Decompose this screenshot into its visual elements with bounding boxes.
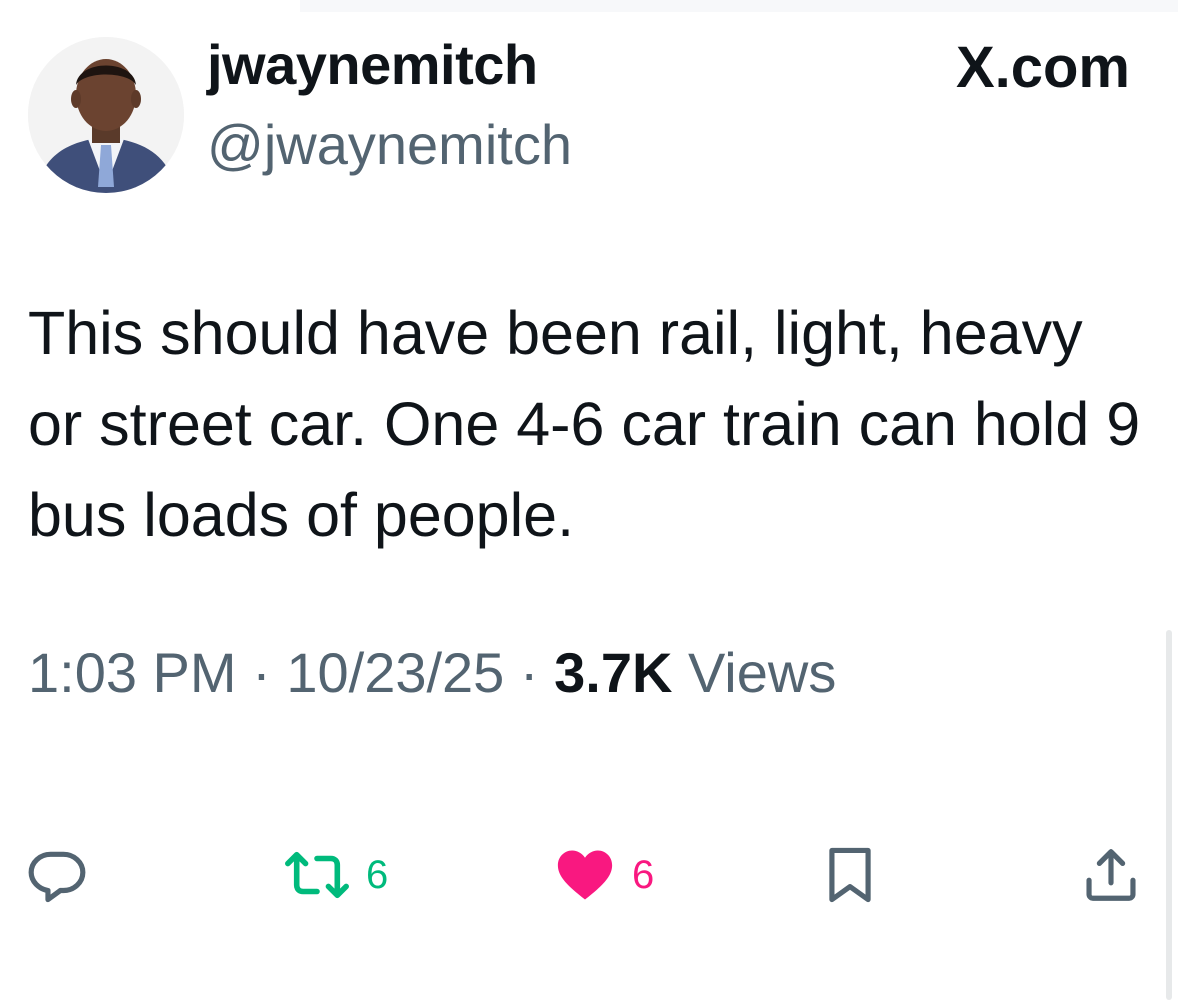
action-bar: 6 6 bbox=[0, 835, 1178, 915]
tweet-text: This should have been rail, light, heavy… bbox=[28, 299, 1141, 549]
tweet-meta: 1:03 PM · 10/23/25 · 3.7K Views bbox=[28, 640, 836, 705]
bookmark-icon bbox=[829, 847, 871, 903]
tweet-time[interactable]: 1:03 PM bbox=[28, 641, 237, 704]
avatar-photo bbox=[28, 37, 184, 193]
like-button[interactable]: 6 bbox=[554, 835, 654, 915]
author-handle[interactable]: @jwaynemitch bbox=[207, 112, 572, 177]
share-button[interactable] bbox=[1080, 835, 1142, 915]
retweet-count: 6 bbox=[366, 852, 389, 897]
avatar[interactable] bbox=[28, 37, 184, 193]
scrollbar[interactable] bbox=[1166, 630, 1172, 1000]
heart-icon bbox=[557, 850, 613, 900]
reply-icon bbox=[28, 851, 86, 903]
retweet-button[interactable]: 6 bbox=[284, 835, 388, 915]
bookmark-button[interactable] bbox=[824, 835, 876, 915]
tweet-card: jwaynemitch @jwaynemitch X.com This shou… bbox=[0, 0, 1178, 1003]
views-label: Views bbox=[687, 641, 837, 704]
source-brand: X.com bbox=[956, 34, 1130, 101]
views-count: 3.7K bbox=[554, 641, 673, 704]
tweet-date[interactable]: 10/23/25 bbox=[286, 641, 504, 704]
top-divider bbox=[300, 0, 1178, 12]
retweet-icon bbox=[285, 851, 349, 899]
author-display-name[interactable]: jwaynemitch bbox=[207, 32, 538, 97]
like-count: 6 bbox=[632, 852, 655, 897]
meta-separator: · bbox=[519, 641, 539, 704]
share-icon bbox=[1086, 849, 1136, 901]
meta-separator: · bbox=[252, 641, 271, 704]
reply-button[interactable] bbox=[26, 835, 88, 915]
source-brand-text: X.com bbox=[955, 35, 1130, 100]
